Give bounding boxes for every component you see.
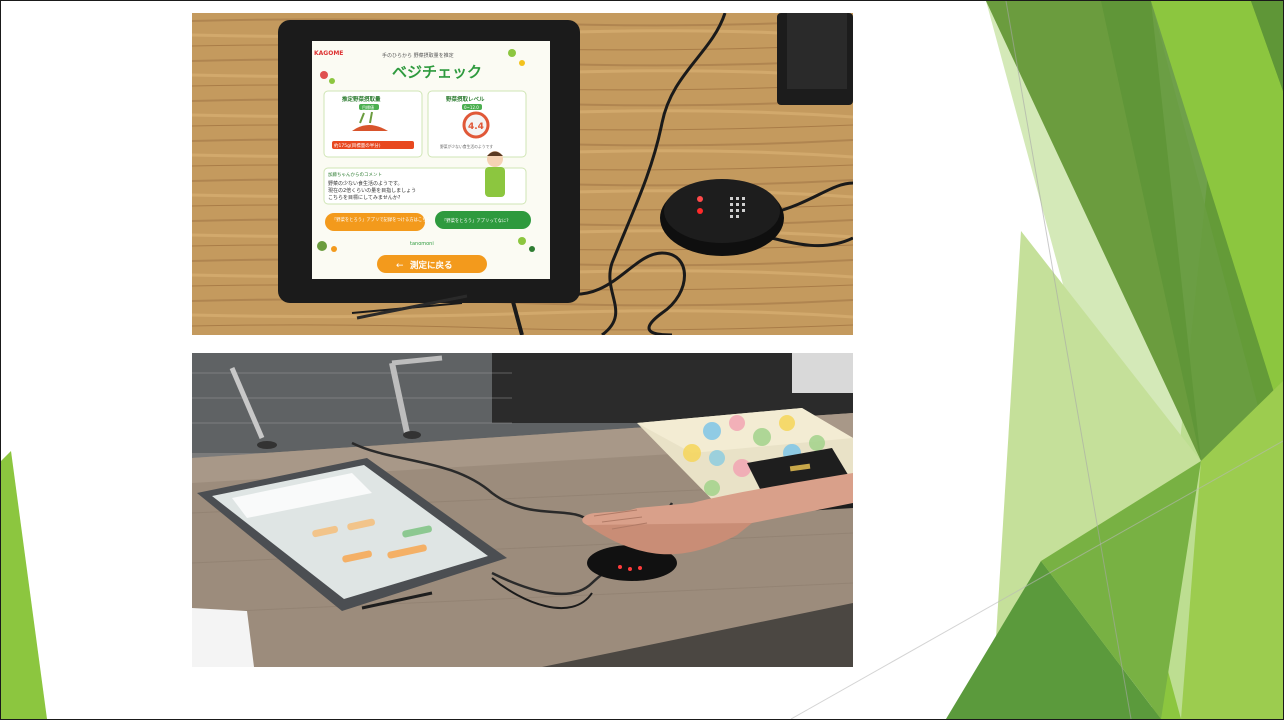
app-title: ベジチェック xyxy=(392,63,482,81)
app-tagline: 手のひらから 野菜摂取量を推定 xyxy=(382,52,454,59)
app-about-button-label: 「野菜をとろう」アプリってなに? xyxy=(442,217,509,224)
app-record-button-label: 「野菜をとろう」アプリで記録をつける方はこちら xyxy=(332,216,431,223)
right-card-title: 野菜摂取レベル xyxy=(446,95,485,103)
app-sponsor: tanomoni xyxy=(410,241,434,247)
left-card-value: 約175g(目標量の半分) xyxy=(334,142,381,149)
app-back-button-label: 測定に戻る xyxy=(410,260,453,271)
right-card-note: 野菜が少ない食生活のようです xyxy=(440,144,493,149)
comment-header: 加藤ちゃんからのコメント xyxy=(328,171,382,178)
photo-hand-on-sensor xyxy=(192,353,853,667)
app-back-arrow-icon: ← xyxy=(396,261,404,271)
comment-line-2: 現在の2倍くらいの量を目指しましょう xyxy=(328,187,416,194)
presentation-slide: KAGOME 手のひらから 野菜摂取量を推定 ベジチェック 推定野菜摂取量 目標… xyxy=(0,0,1284,720)
comment-line-3: こちらを目標にしてみませんか? xyxy=(328,194,401,201)
right-card-badge: 0~12.0 xyxy=(464,105,479,110)
veg-score: 4.4 xyxy=(468,122,484,132)
photo-tablet-with-sensor: KAGOME 手のひらから 野菜摂取量を推定 ベジチェック 推定野菜摂取量 目標… xyxy=(192,13,853,335)
comment-line-1: 野菜の少ない食生活のようです。 xyxy=(328,180,403,187)
left-card-title: 推定野菜摂取量 xyxy=(342,95,381,103)
app-brand: KAGOME xyxy=(314,50,343,57)
left-card-badge: 目標値 xyxy=(362,104,374,110)
